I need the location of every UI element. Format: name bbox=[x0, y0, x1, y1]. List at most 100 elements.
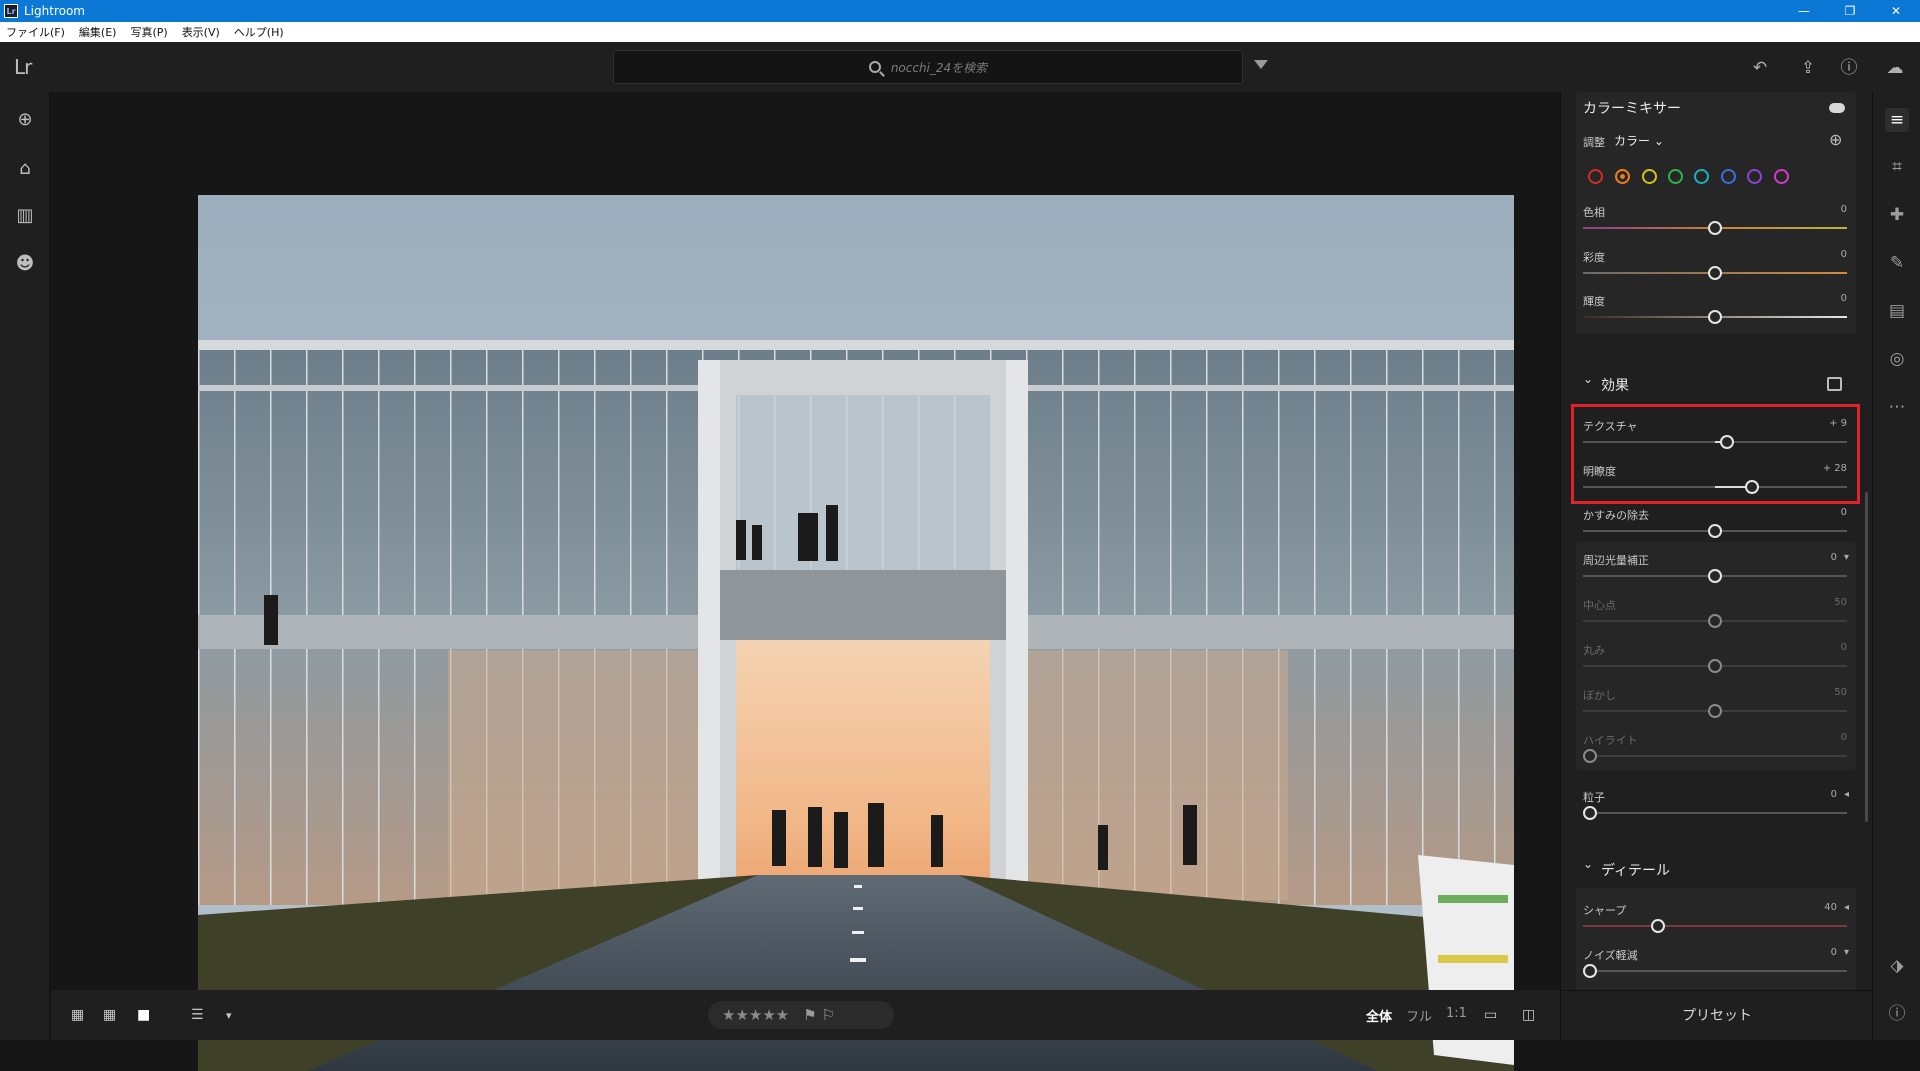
toggle-visibility-icon[interactable] bbox=[1829, 103, 1845, 113]
tag-icon[interactable]: ⬗ bbox=[1885, 954, 1909, 978]
highlights-knob[interactable] bbox=[1583, 749, 1597, 763]
swatch-red[interactable] bbox=[1588, 169, 1603, 184]
edited-photo[interactable] bbox=[198, 195, 1514, 1071]
linear-gradient-icon[interactable]: ▤ bbox=[1885, 299, 1909, 323]
crop-icon[interactable]: ⌗ bbox=[1885, 155, 1909, 179]
close-button[interactable]: ✕ bbox=[1873, 0, 1919, 22]
search-input[interactable]: nocchi_24を検索 bbox=[613, 50, 1243, 84]
highlights-slider[interactable]: ハイライト 0 bbox=[1583, 732, 1853, 776]
dehaze-value: 0 bbox=[1840, 507, 1847, 518]
detail-view-icon[interactable]: ■ bbox=[137, 1007, 150, 1023]
effects-title[interactable]: 効果 bbox=[1601, 375, 1629, 395]
midpoint-slider[interactable]: 中心点 50 bbox=[1583, 597, 1853, 641]
swatch-green[interactable] bbox=[1668, 169, 1683, 184]
sharpening-label: シャープ bbox=[1583, 904, 1627, 917]
share-icon[interactable]: ⇪ bbox=[1797, 57, 1819, 79]
highlight-annotation bbox=[1571, 404, 1860, 504]
menu-help[interactable]: ヘルプ(H) bbox=[234, 24, 284, 40]
grain-expand-icon[interactable]: ◂ bbox=[1844, 789, 1849, 800]
zoom-1-1[interactable]: 1:1 bbox=[1446, 1006, 1467, 1025]
grain-knob[interactable] bbox=[1583, 806, 1597, 820]
midpoint-value: 50 bbox=[1834, 597, 1847, 608]
vignette-slider[interactable]: 周辺光量補正 0 ▾ bbox=[1583, 552, 1853, 596]
minimize-button[interactable]: — bbox=[1781, 0, 1827, 22]
add-photos-icon[interactable]: ⊕ bbox=[13, 108, 37, 132]
panel-layout-icon[interactable] bbox=[1827, 377, 1842, 391]
top-toolbar: Lr nocchi_24を検索 ↶ ⇪ ⓘ ☁ bbox=[0, 42, 1920, 92]
vignette-knob[interactable] bbox=[1708, 569, 1722, 583]
brush-icon[interactable]: ✎ bbox=[1885, 251, 1909, 275]
noise-reduction-track bbox=[1583, 970, 1847, 972]
restore-button[interactable]: ❐ bbox=[1827, 0, 1873, 22]
noise-reduction-slider[interactable]: ノイズ軽減 0 ▾ bbox=[1583, 947, 1853, 990]
compare-icon[interactable]: ◫ bbox=[1522, 1007, 1535, 1023]
square-grid-icon[interactable]: ▦ bbox=[71, 1007, 84, 1023]
filter-icon[interactable] bbox=[1254, 60, 1268, 69]
dehaze-knob[interactable] bbox=[1708, 524, 1722, 538]
menu-view[interactable]: 表示(V) bbox=[182, 24, 220, 40]
detail-chevron-icon[interactable]: ⌄ bbox=[1583, 857, 1593, 871]
adjust-value: カラー bbox=[1614, 134, 1651, 148]
noise-reduction-value: 0 bbox=[1830, 947, 1837, 958]
people-icon[interactable]: ☻ bbox=[13, 252, 37, 276]
sharpening-knob[interactable] bbox=[1651, 919, 1665, 933]
swatch-yellow[interactable] bbox=[1642, 169, 1657, 184]
star-rating[interactable]: ★★★★★ bbox=[722, 1006, 789, 1024]
home-icon[interactable]: ⌂ bbox=[13, 157, 37, 181]
grain-slider[interactable]: 粒子 0 ◂ bbox=[1583, 789, 1853, 833]
title-bar: Lr Lightroom — ❐ ✕ bbox=[0, 0, 1920, 22]
edit-sliders-icon[interactable]: ≡ bbox=[1885, 108, 1909, 132]
edit-panel: カラーミキサー 調整 カラー ⌄ ⊕ 色相 0 彩度 0 輝度 0 ⌄ 効果 テ… bbox=[1560, 92, 1873, 1040]
menu-photo[interactable]: 写真(P) bbox=[130, 24, 167, 40]
grain-value: 0 bbox=[1830, 789, 1837, 800]
saturation-slider[interactable]: 彩度 0 bbox=[1583, 249, 1853, 293]
detail-title[interactable]: ディテール bbox=[1601, 860, 1670, 880]
swatch-magenta[interactable] bbox=[1774, 169, 1789, 184]
vignette-expand-icon[interactable]: ▾ bbox=[1844, 552, 1849, 563]
cloud-sync-icon[interactable]: ☁ bbox=[1884, 57, 1906, 79]
feather-slider[interactable]: ぼかし 50 bbox=[1583, 687, 1853, 731]
luminance-slider[interactable]: 輝度 0 bbox=[1583, 293, 1853, 337]
adjust-dropdown[interactable]: カラー ⌄ bbox=[1614, 132, 1664, 149]
menu-file[interactable]: ファイル(F) bbox=[6, 24, 65, 40]
swatch-purple[interactable] bbox=[1747, 169, 1762, 184]
radial-gradient-icon[interactable]: ◎ bbox=[1885, 347, 1909, 371]
help-icon[interactable]: ⓘ bbox=[1838, 57, 1860, 79]
more-icon[interactable]: ⋯ bbox=[1885, 395, 1909, 419]
luminance-label: 輝度 bbox=[1583, 295, 1605, 308]
saturation-knob[interactable] bbox=[1708, 266, 1722, 280]
library-icon[interactable]: ▥ bbox=[13, 204, 37, 228]
presets-button[interactable]: プリセット bbox=[1561, 990, 1873, 1040]
zoom-fill[interactable]: フル bbox=[1406, 1006, 1432, 1025]
midpoint-knob[interactable] bbox=[1708, 614, 1722, 628]
sharpening-slider[interactable]: シャープ 40 ◂ bbox=[1583, 902, 1853, 946]
healing-icon[interactable]: ✚ bbox=[1885, 203, 1909, 227]
swatch-orange[interactable] bbox=[1615, 169, 1630, 184]
sharpening-expand-icon[interactable]: ◂ bbox=[1844, 902, 1849, 913]
menu-edit[interactable]: 編集(E) bbox=[79, 24, 117, 40]
luminance-knob[interactable] bbox=[1708, 310, 1722, 324]
noise-expand-icon[interactable]: ▾ bbox=[1844, 947, 1849, 958]
flag-icons[interactable]: ⚑ ⚐ bbox=[803, 1006, 835, 1024]
effects-chevron-icon[interactable]: ⌄ bbox=[1583, 372, 1593, 386]
hue-knob[interactable] bbox=[1708, 221, 1722, 235]
info-overlay-icon[interactable]: ▭ bbox=[1484, 1007, 1497, 1023]
photo-view bbox=[51, 92, 1560, 1071]
zoom-fit[interactable]: 全体 bbox=[1366, 1006, 1392, 1025]
photo-grid-icon[interactable]: ▦ bbox=[103, 1007, 116, 1023]
roundness-slider[interactable]: 丸み 0 bbox=[1583, 642, 1853, 686]
info-icon[interactable]: ⓘ bbox=[1885, 1002, 1909, 1026]
feather-knob[interactable] bbox=[1708, 704, 1722, 718]
undo-icon[interactable]: ↶ bbox=[1749, 57, 1771, 79]
target-adjust-icon[interactable]: ⊕ bbox=[1829, 130, 1842, 149]
hue-slider[interactable]: 色相 0 bbox=[1583, 204, 1853, 248]
noise-reduction-knob[interactable] bbox=[1583, 964, 1597, 978]
swatch-blue[interactable] bbox=[1721, 169, 1736, 184]
swatch-aqua[interactable] bbox=[1694, 169, 1709, 184]
panel-scrollbar[interactable] bbox=[1865, 492, 1868, 822]
rating-and-flags[interactable]: ★★★★★ ⚑ ⚐ bbox=[708, 1001, 894, 1029]
sort-chevron-icon[interactable]: ▾ bbox=[226, 1009, 232, 1022]
edit-tools-rail: ≡ ⌗ ✚ ✎ ▤ ◎ ⋯ ⬗ ⓘ bbox=[1872, 92, 1920, 1040]
roundness-knob[interactable] bbox=[1708, 659, 1722, 673]
sort-icon[interactable]: ☰ bbox=[191, 1007, 204, 1023]
